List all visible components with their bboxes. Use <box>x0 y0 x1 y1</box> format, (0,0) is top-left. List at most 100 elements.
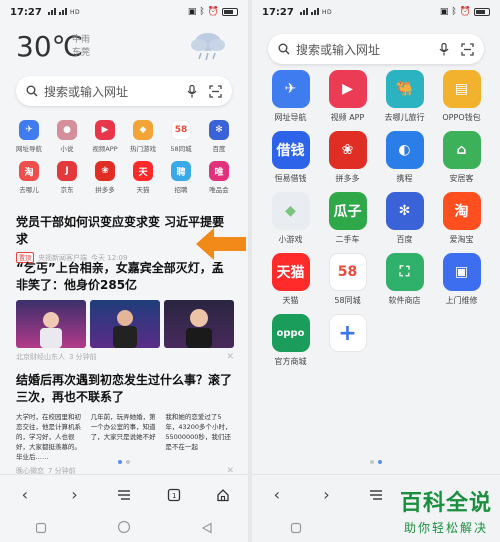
page-dot <box>370 460 374 464</box>
app-shortcut[interactable]: ◐ 携程 <box>376 131 433 184</box>
search-input[interactable]: 搜索或输入网址 <box>44 83 128 100</box>
home-icon[interactable] <box>211 483 235 507</box>
quick-link-item[interactable]: 唯唯品会 <box>200 161 238 194</box>
battery-icon <box>474 8 490 16</box>
app-label: 携程 <box>396 174 413 183</box>
app-shortcut[interactable]: ◆ 小游戏 <box>262 192 319 245</box>
menu-icon[interactable] <box>112 483 136 507</box>
forward-icon[interactable]: › <box>314 483 338 507</box>
app-icon: ✈ <box>271 70 310 108</box>
news-title[interactable]: 结婚后再次遇到初恋发生过什么事？滚了三次，再也不联系了 <box>16 372 234 406</box>
back-icon[interactable]: ‹ <box>13 483 37 507</box>
app-label: 二手车 <box>335 235 360 244</box>
search-bar[interactable]: 搜索或输入网址 <box>268 34 484 64</box>
weather-widget[interactable]: 30℃ 中雨 东莞 <box>16 30 232 70</box>
watermark-logo: 百科全说 助你轻松解决 <box>400 485 492 536</box>
tabs-icon[interactable]: 1 <box>162 483 186 507</box>
page-dot <box>126 460 130 464</box>
status-time: 17:27 <box>262 6 294 18</box>
close-icon[interactable]: ✕ <box>226 352 234 362</box>
quick-link-label: 招聘 <box>174 186 188 194</box>
menu-icon[interactable] <box>364 483 388 507</box>
app-shortcut[interactable]: ⌂ 安居客 <box>433 131 490 184</box>
app-shortcut[interactable]: ✈ 网址导航 <box>262 70 319 123</box>
app-shortcut[interactable]: 借钱 恒易借钱 <box>262 131 319 184</box>
quick-link-item[interactable]: ✻ 百度 <box>200 120 238 153</box>
quick-link-item[interactable]: ✈ 网址导航 <box>10 120 48 153</box>
status-network: HD <box>47 7 82 17</box>
app-label: 视频 APP <box>330 113 365 122</box>
app-icon: ◐ <box>385 131 424 169</box>
back-button-icon[interactable] <box>201 519 213 538</box>
microphone-icon[interactable] <box>439 42 449 56</box>
quick-link-item[interactable]: 聘招聘 <box>162 161 200 194</box>
app-shortcut[interactable]: 淘爱淘宝 <box>433 192 490 245</box>
quick-link-item[interactable]: 58 58同城 <box>162 120 200 153</box>
app-icon: ▤ <box>442 70 481 108</box>
app-label: 恒易借钱 <box>274 174 307 183</box>
system-nav-bar <box>0 514 248 542</box>
status-bar: 17:27 HD ▣ ᛒ ⏰ <box>0 0 248 24</box>
app-icon: ▣ <box>442 253 481 291</box>
quick-link-item[interactable]: ▶ 视频APP <box>86 120 124 153</box>
app-grid: ✈ 网址导航 ▶ 视频 APP 🐫 去哪儿旅行 ▤ OPPO钱包借钱 恒易借钱 ❀ 拼多多 ◐ 携程 ⌂ 安… <box>262 70 490 367</box>
status-time: 17:27 <box>10 6 42 18</box>
search-bar[interactable]: 搜索或输入网址 <box>16 76 232 106</box>
app-icon: ⛶ <box>385 253 424 291</box>
app-shortcut[interactable]: oppo 官方商城 <box>262 314 319 367</box>
home-button-icon[interactable] <box>117 519 131 538</box>
recent-apps-icon[interactable] <box>290 519 302 538</box>
app-shortcut[interactable]: ✻ 百度 <box>376 192 433 245</box>
quick-link-icon: ❀ <box>95 161 115 181</box>
app-icon: ❀ <box>328 131 367 169</box>
quick-link-item[interactable]: ● 小说 <box>48 120 86 153</box>
app-label: 软件商店 <box>388 296 421 305</box>
app-shortcut[interactable]: 58 58同城 <box>319 253 376 306</box>
weather-description: 中雨 <box>72 35 91 45</box>
news-item[interactable]: “乞丐”上台相亲，女嘉宾全部灭灯，孟非笑了：他身价285亿 北京财经山东人 3 … <box>16 260 234 362</box>
news-image[interactable] <box>90 300 160 348</box>
app-shortcut[interactable]: 瓜子 二手车 <box>319 192 376 245</box>
app-icon: 天猫 <box>271 253 310 291</box>
status-bar: 17:27 HD ▣ ᛒ ⏰ <box>252 0 500 24</box>
forward-icon[interactable]: › <box>62 483 86 507</box>
battery-icon <box>222 8 238 16</box>
quick-link-icon: 58 <box>171 120 191 140</box>
scan-icon[interactable] <box>461 42 474 56</box>
app-shortcut[interactable]: ▶ 视频 APP <box>319 70 376 123</box>
app-label: 官方商城 <box>274 357 307 366</box>
app-shortcut[interactable]: ⛶ 软件商店 <box>376 253 433 306</box>
left-phone-screen: 17:27 HD ▣ ᛒ ⏰ 30℃ 中雨 东莞 搜索或输入网址 ✈ 网址导航 … <box>0 0 248 542</box>
app-shortcut[interactable]: 🐫 去哪儿旅行 <box>376 70 433 123</box>
quick-link-label: 唯品会 <box>209 186 229 194</box>
quick-link-item[interactable]: 淘去哪儿 <box>10 161 48 194</box>
app-shortcut[interactable]: ▤ OPPO钱包 <box>433 70 490 123</box>
quick-link-label: 视频APP <box>92 145 118 153</box>
news-image[interactable] <box>16 300 86 348</box>
quick-link-item[interactable]: J 京东 <box>48 161 86 194</box>
nfc-icon: ▣ <box>187 7 197 17</box>
weather-city: 东莞 <box>72 48 91 58</box>
page-indicator <box>252 460 500 464</box>
quick-link-item[interactable]: 天天猫 <box>124 161 162 194</box>
quick-links-grid: ✈ 网址导航 ● 小说 ▶ 视频APP ◆ 热门游戏 58 58同城 ✻ 百度淘去哪儿 J 京东 ❀ 拼多多 天… <box>10 120 238 194</box>
recent-apps-icon[interactable] <box>35 519 47 538</box>
svg-text:1: 1 <box>172 492 176 500</box>
back-icon[interactable]: ‹ <box>265 483 289 507</box>
scan-icon[interactable] <box>209 84 222 98</box>
app-shortcut[interactable]: 天猫 天猫 <box>262 253 319 306</box>
app-shortcut[interactable]: ❀ 拼多多 <box>319 131 376 184</box>
search-input[interactable]: 搜索或输入网址 <box>296 41 380 58</box>
quick-link-item[interactable]: ◆ 热门游戏 <box>124 120 162 153</box>
news-title[interactable]: “乞丐”上台相亲，女嘉宾全部灭灯，孟非笑了：他身价285亿 <box>16 260 234 294</box>
app-icon: 淘 <box>442 192 481 230</box>
news-image[interactable] <box>164 300 234 348</box>
quick-link-item[interactable]: ❀ 拼多多 <box>86 161 124 194</box>
watermark-subtitle: 助你轻松解决 <box>403 521 488 535</box>
news-snippet: 我和她的恋爱过了5年，43200多个小时，55000000秒，我们还是不在一起 <box>165 413 232 451</box>
add-shortcut-button[interactable]: + <box>319 314 376 367</box>
app-label: 百度 <box>396 235 413 244</box>
microphone-icon[interactable] <box>187 84 197 98</box>
app-shortcut[interactable]: ▣ 上门维修 <box>433 253 490 306</box>
page-dot <box>378 460 382 464</box>
